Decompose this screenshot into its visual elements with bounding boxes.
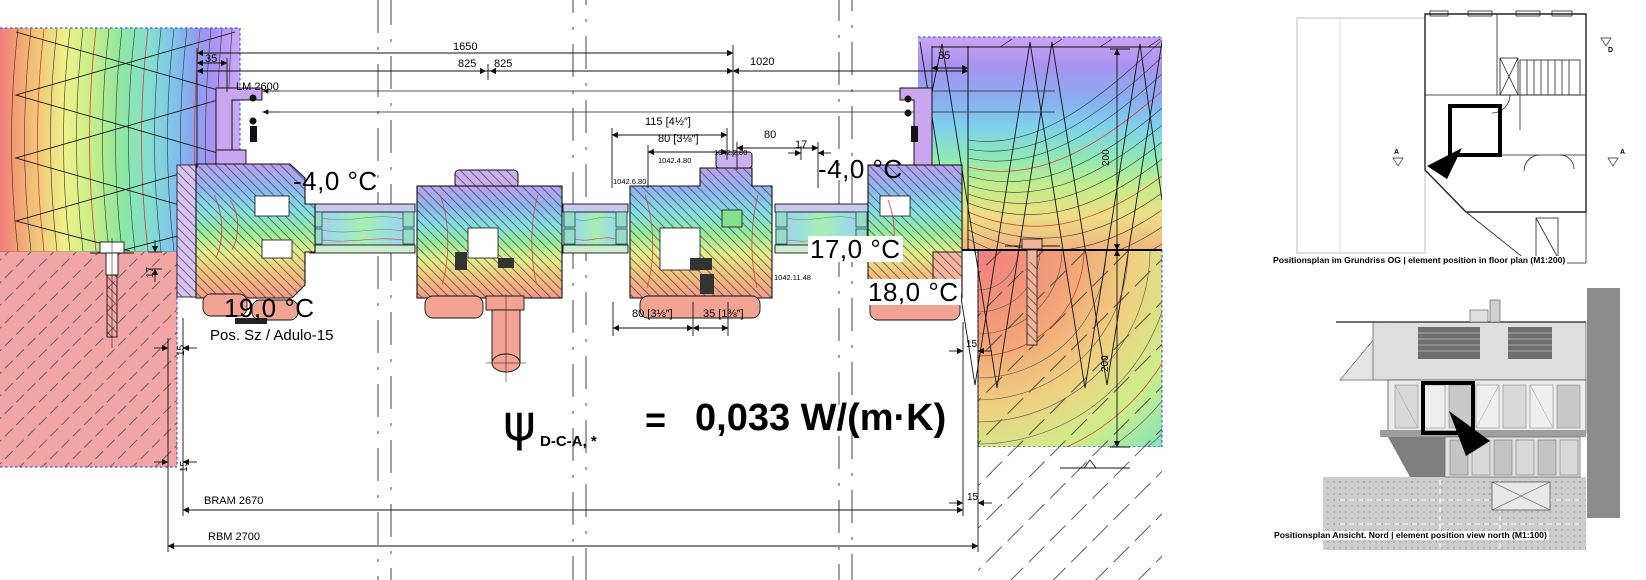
temperature-interior: 19,0 °C [224, 295, 315, 321]
plan-marker-d: D [1608, 47, 1613, 54]
substructure-concrete [978, 447, 1162, 580]
glazing-strips [310, 204, 868, 253]
dim-35-sill: 35 [1⅜″] [703, 309, 744, 320]
formula-value: 0,033 W/(m·K) [695, 399, 946, 437]
dim-17: 17 [795, 140, 807, 151]
dim-80: 80 [764, 130, 776, 141]
part-number-1042-11-48: 1042.11.48 [774, 274, 811, 282]
dim-115-inch: 115 [4½″] [645, 117, 691, 128]
mullion-a-frame [417, 170, 562, 382]
temperature-exterior-left: -4,0 °C [293, 168, 378, 194]
dim-17-left-vertical: 17 [146, 267, 156, 278]
temperature-exterior-right: -4,0 °C [818, 156, 903, 182]
elevation-panel [1323, 288, 1620, 550]
dim-rbm-2700: RBM 2700 [208, 532, 260, 543]
dim-15-right-mid: 15 [966, 340, 977, 350]
temperature-sill-inner: 18,0 °C [866, 279, 961, 305]
plan-marker-a-left: A [1394, 149, 1399, 156]
part-number-1042-6-80: 1042.6.80 [613, 178, 646, 186]
dim-200-top: 200 [1102, 149, 1112, 166]
formula-equals: = [645, 402, 666, 438]
position-label: Pos. Sz / Adulo-15 [210, 328, 333, 343]
floor-plan-caption: Positionsplan im Grundriss OG | element … [1271, 256, 1567, 265]
plan-marker-a-right: A [1620, 149, 1625, 156]
dim-1020: 1020 [750, 57, 774, 68]
dim-15-left-mid: 15 [177, 345, 187, 356]
dim-80-inch: 80 [3⅛″] [658, 134, 699, 145]
mullion-b-frame [630, 152, 772, 318]
part-number-1042-4-80: 1042.4.80 [658, 157, 691, 165]
dim-1650: 1650 [453, 42, 477, 53]
dim-200-bottom: 200 [1101, 355, 1111, 372]
thermal-detail-sheet: 35 LM 2600 1650 825 825 1020 115 [4½″] 8… [0, 0, 1646, 580]
part-number-1042-2-80: 1042.2.80 [714, 149, 747, 157]
dim-lm-2600: LM 2600 [236, 82, 279, 93]
dim-35-left: 35 [205, 54, 217, 65]
temperature-frame-inner: 17,0 °C [808, 236, 903, 262]
formula-subscript: D-C-A, * [540, 434, 597, 449]
dim-35-right: 35 [938, 51, 950, 62]
dim-825-b: 825 [494, 59, 512, 70]
dim-bram-2670: BRAM 2670 [204, 496, 263, 507]
dim-15-left-low: 15 [180, 461, 190, 472]
dim-825-a: 825 [458, 59, 476, 70]
floor-plan-panel [1297, 11, 1618, 263]
elevation-caption: Positionsplan Ansicht. Nord | element po… [1272, 531, 1549, 540]
dim-80-sill: 80 [3⅛″] [632, 309, 673, 320]
dim-15-right-low: 15 [967, 493, 978, 503]
formula-psi-symbol: ψ [503, 398, 536, 448]
